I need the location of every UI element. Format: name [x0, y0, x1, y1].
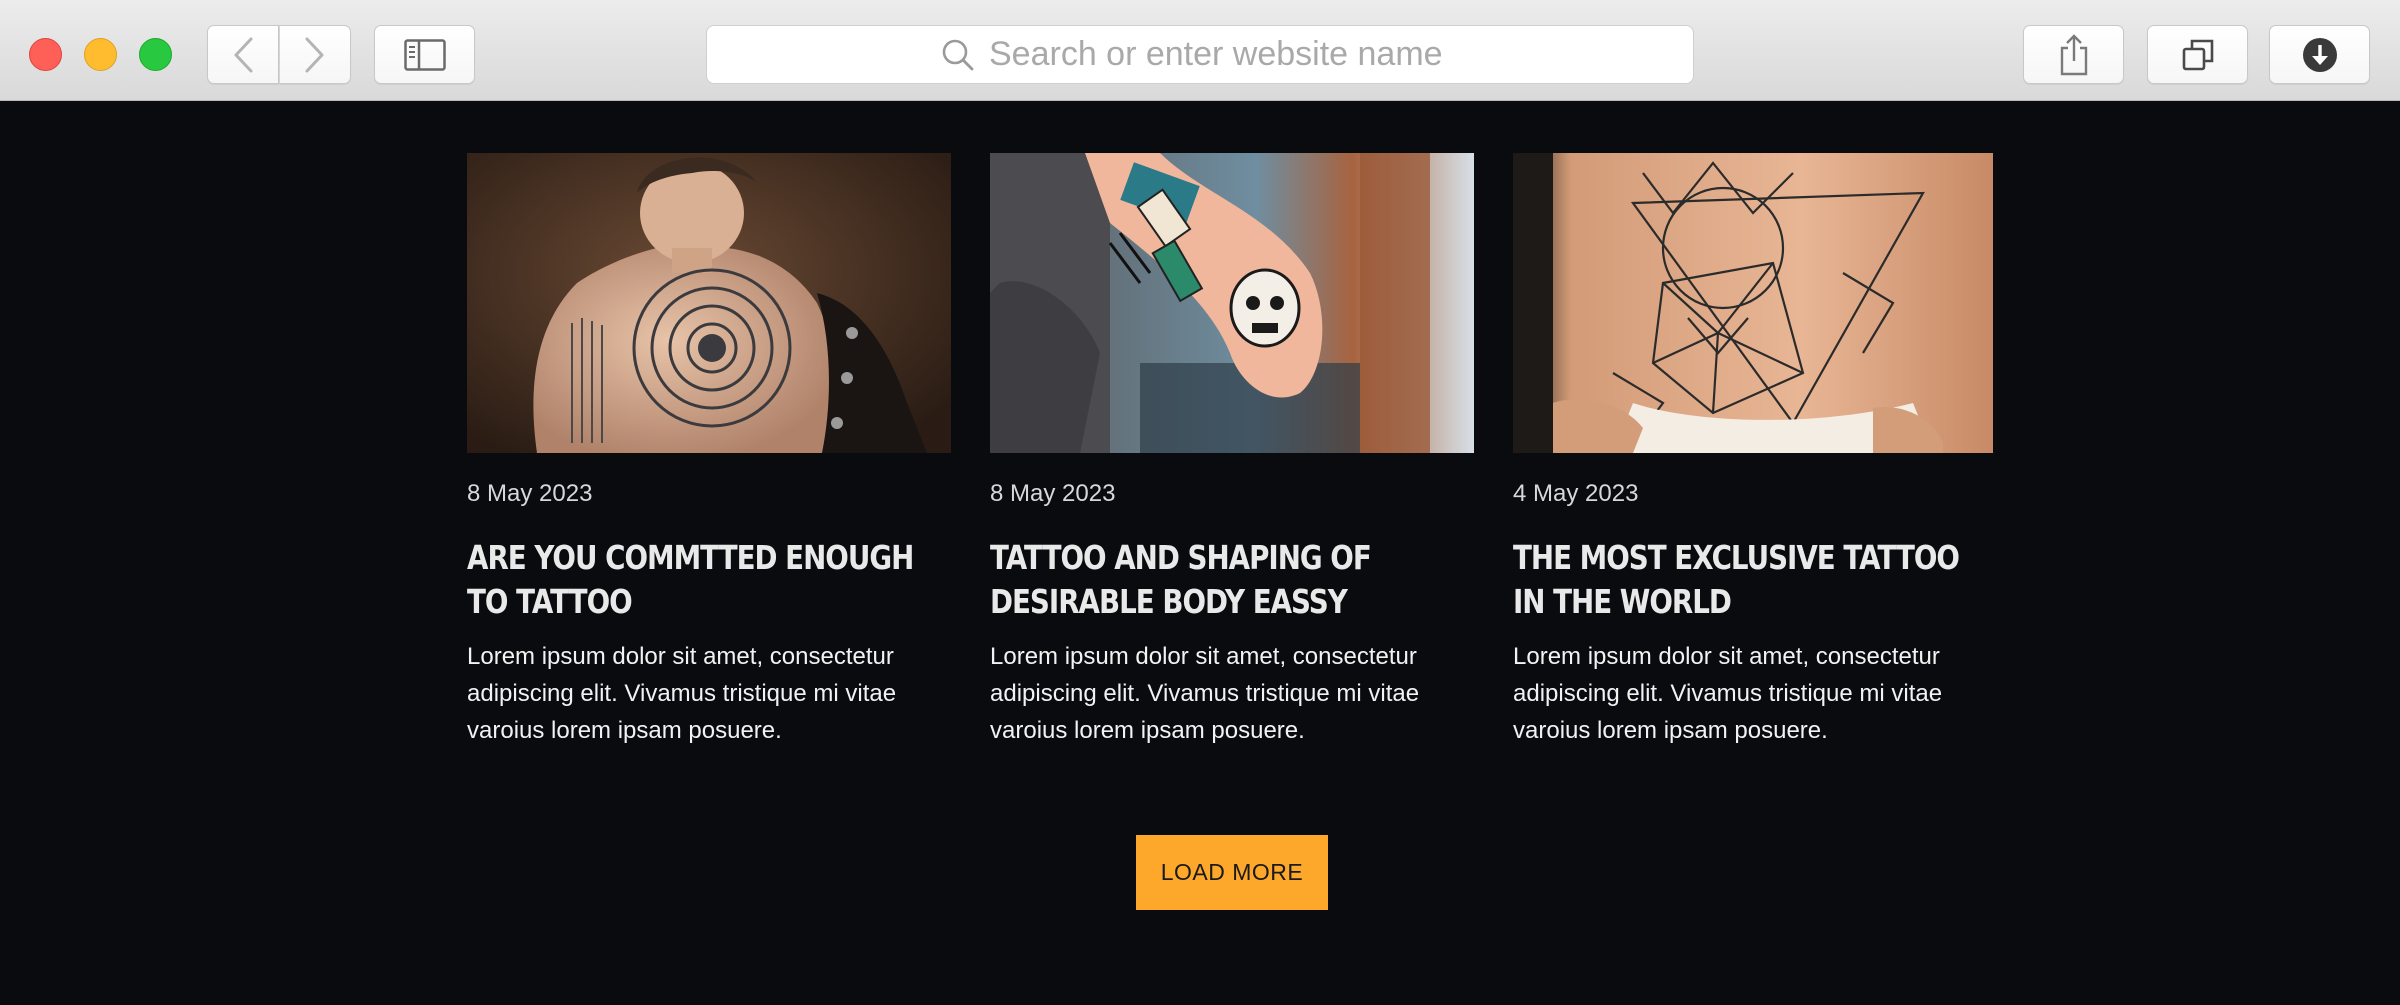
- post-card[interactable]: 4 May 2023 THE MOST EXCLUSIVE TATTOO IN …: [1513, 153, 1993, 749]
- back-button[interactable]: [207, 25, 279, 84]
- post-excerpt: Lorem ipsum dolor sit amet, consectetur …: [467, 643, 897, 744]
- post-card[interactable]: 8 May 2023 TATTOO AND SHAPING OF DESIRAB…: [990, 153, 1474, 749]
- post-image-geometric-lion-tattoo[interactable]: [1513, 153, 1993, 453]
- minimize-window-button[interactable]: [84, 38, 117, 71]
- show-tabs-button[interactable]: [2147, 25, 2248, 84]
- post-title[interactable]: ARE YOU COMMTTED ENOUGH TO TATTOO: [467, 536, 951, 624]
- post-image-back-mandala-tattoo[interactable]: [467, 153, 951, 453]
- chevron-right-icon: [305, 37, 324, 72]
- share-icon: [2060, 33, 2087, 75]
- load-more-button[interactable]: LOAD MORE: [1136, 835, 1328, 910]
- blog-section: 8 May 2023 ARE YOU COMMTTED ENOUGH TO TA…: [0, 101, 2400, 1005]
- post-title[interactable]: THE MOST EXCLUSIVE TATTOO IN THE WORLD: [1513, 536, 1993, 624]
- post-excerpt: Lorem ipsum dolor sit amet, consectetur …: [1513, 643, 1943, 744]
- post-image-arm-tattoo[interactable]: [990, 153, 1474, 453]
- post-title[interactable]: TATTOO AND SHAPING OF DESIRABLE BODY EAS…: [990, 536, 1474, 624]
- chevron-left-icon: [234, 37, 253, 72]
- post-date: 4 May 2023: [1513, 480, 1639, 507]
- browser-toolbar: [0, 0, 2400, 101]
- tabs-icon: [2182, 39, 2213, 70]
- post-date: 8 May 2023: [990, 480, 1116, 507]
- post-excerpt: Lorem ipsum dolor sit amet, consectetur …: [990, 643, 1420, 744]
- close-window-button[interactable]: [29, 38, 62, 71]
- post-date: 8 May 2023: [467, 480, 593, 507]
- zoom-window-button[interactable]: [139, 38, 172, 71]
- sidebar-icon: [403, 38, 446, 71]
- forward-button[interactable]: [279, 25, 351, 84]
- downloads-button[interactable]: [2269, 25, 2370, 84]
- search-icon: [942, 39, 974, 70]
- share-button[interactable]: [2023, 25, 2124, 84]
- address-input[interactable]: [989, 35, 1459, 74]
- post-card[interactable]: 8 May 2023 ARE YOU COMMTTED ENOUGH TO TA…: [467, 153, 951, 749]
- sidebar-toggle-button[interactable]: [374, 25, 475, 84]
- address-bar[interactable]: [706, 25, 1694, 84]
- download-icon: [2302, 37, 2337, 72]
